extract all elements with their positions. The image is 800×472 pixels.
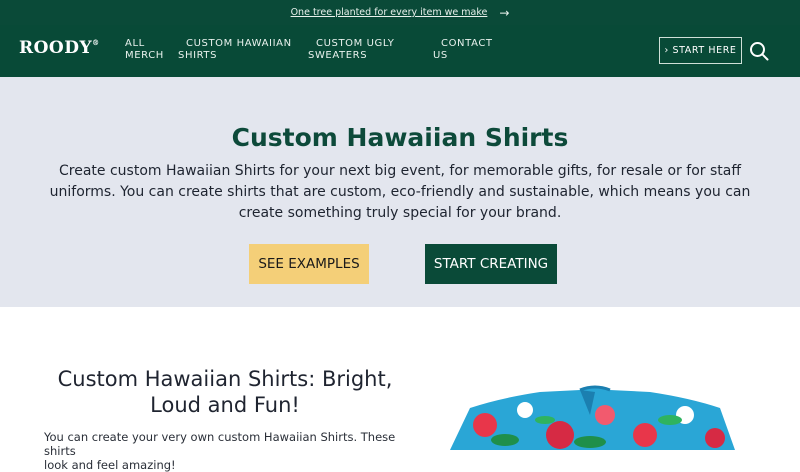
nav-item-custom-hawaiian-shirts[interactable]: CUSTOM HAWAIIAN SHIRTS xyxy=(178,38,292,62)
hero-description: Create custom Hawaiian Shirts for your n… xyxy=(49,163,751,221)
section-text-line: look and feel amazing! xyxy=(44,458,176,472)
nav-item-all-merch[interactable]: ALL MERCH xyxy=(125,38,164,62)
search-icon[interactable] xyxy=(749,41,769,61)
nav-item-label: SWEATERS xyxy=(308,50,368,61)
nav-item-label: CUSTOM UGLY xyxy=(316,38,395,49)
section-title: Custom Hawaiian Shirts: Bright, Loud and… xyxy=(40,366,410,418)
announcement-link[interactable]: One tree planted for every item we make xyxy=(291,7,488,18)
section-title-line: Loud and Fun! xyxy=(150,393,300,417)
roody-logo[interactable]: ROODY® xyxy=(19,38,100,58)
logo-text: ROODY xyxy=(19,38,93,58)
start-here-button[interactable]: › START HERE xyxy=(659,37,742,64)
announcement-bar: One tree planted for every item we make … xyxy=(0,0,800,25)
section-text: You can create your very own custom Hawa… xyxy=(44,430,404,472)
nav-item-label: CONTACT xyxy=(441,38,493,49)
nav-item-custom-ugly-sweaters[interactable]: CUSTOM UGLY SWEATERS xyxy=(308,38,394,62)
see-examples-button[interactable]: SEE EXAMPLES xyxy=(249,244,369,284)
nav-item-label: MERCH xyxy=(125,50,164,61)
start-creating-button[interactable]: START CREATING xyxy=(425,244,557,284)
nav-item-label: US xyxy=(433,50,448,61)
hero-title: Custom Hawaiian Shirts xyxy=(231,123,569,152)
nav-item-contact-us[interactable]: CONTACT US xyxy=(433,38,493,62)
hero-section: Custom Hawaiian Shirts Create custom Haw… xyxy=(0,77,800,307)
nav-item-label: CUSTOM HAWAIIAN xyxy=(186,38,292,49)
arrow-right-icon[interactable]: → xyxy=(499,6,509,20)
main-nav: ROODY® ALL MERCH CUSTOM HAWAIIAN SHIRTS … xyxy=(0,25,800,77)
section-text-line: You can create your very own custom Hawa… xyxy=(44,430,396,458)
hawaiian-shirt-image xyxy=(450,385,735,450)
nav-item-label: SHIRTS xyxy=(178,50,218,61)
section-title-line: Custom Hawaiian Shirts: Bright, xyxy=(57,367,393,391)
nav-item-label: ALL xyxy=(125,38,145,49)
registered-icon: ® xyxy=(92,38,100,47)
